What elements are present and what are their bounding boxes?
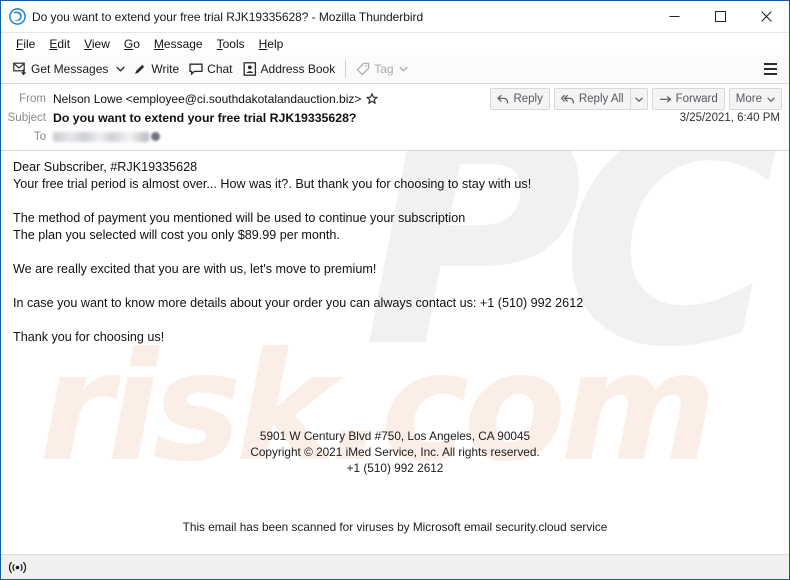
from-label: From: [19, 92, 46, 105]
to-value: [53, 131, 160, 142]
toolbar-separator: [345, 60, 347, 78]
body-line: Thank you for choosing us!: [13, 330, 165, 344]
menu-file[interactable]: File: [9, 35, 42, 53]
forward-icon: [659, 94, 672, 105]
menu-tools[interactable]: Tools: [210, 35, 252, 53]
to-row: To: [1, 127, 789, 146]
menu-edit[interactable]: Edit: [42, 35, 77, 53]
pencil-icon: [133, 62, 147, 76]
from-value: Nelson Lowe <employee@ci.southdakotaland…: [53, 92, 378, 106]
body-line: Your free trial period is almost over...…: [13, 177, 532, 191]
broadcast-icon[interactable]: [9, 561, 26, 574]
tag-icon: [356, 62, 370, 76]
address-book-icon: [243, 62, 257, 76]
more-chevron-down-icon: [767, 96, 775, 102]
virus-scan-note: This email has been scanned for viruses …: [182, 520, 608, 534]
body-line: The method of payment you mentioned will…: [13, 211, 466, 225]
forward-button[interactable]: Forward: [651, 88, 725, 110]
maximize-icon[interactable]: [697, 1, 743, 33]
redacted-recipient: [53, 131, 149, 142]
body-line: Dear Subscriber, #RJK19335628: [13, 160, 198, 174]
star-icon[interactable]: [366, 92, 378, 105]
close-icon[interactable]: [743, 1, 789, 33]
main-toolbar: Get Messages Write Chat Address Book Tag: [1, 55, 789, 84]
redacted-recipient-dot: [151, 132, 160, 141]
reply-all-label: Reply All: [578, 93, 624, 105]
from-address-text[interactable]: Nelson Lowe <employee@ci.southdakotaland…: [53, 92, 361, 106]
to-label: To: [33, 130, 46, 143]
more-label: More: [735, 93, 762, 105]
message-date: 3/25/2021, 6:40 PM: [679, 112, 780, 124]
write-button[interactable]: Write: [128, 58, 184, 81]
body-line: The plan you selected will cost you only…: [13, 228, 340, 242]
download-mail-icon: [13, 62, 27, 76]
chat-label: Chat: [207, 62, 233, 76]
body-line: In case you want to know more details ab…: [13, 296, 584, 310]
menu-message[interactable]: Message: [147, 35, 210, 53]
subject-value: Do you want to extend your free trial RJ…: [53, 110, 357, 125]
title-bar: Do you want to extend your free trial RJ…: [1, 1, 789, 33]
footer-phone: +1 (510) 992 2612: [346, 461, 444, 475]
chat-bubble-icon: [189, 62, 203, 76]
status-bar: [1, 554, 789, 579]
tag-label: Tag: [374, 62, 394, 76]
address-book-label: Address Book: [260, 62, 336, 76]
reply-all-icon: [560, 94, 575, 105]
menu-help[interactable]: Help: [252, 35, 291, 53]
window-title: Do you want to extend your free trial RJ…: [32, 9, 424, 24]
minimize-icon[interactable]: [651, 1, 697, 33]
tag-button[interactable]: Tag: [351, 58, 412, 81]
reply-all-chevron-down-icon[interactable]: [629, 88, 648, 110]
app-menu-button[interactable]: [757, 58, 783, 81]
hamburger-menu-icon: [763, 63, 777, 65]
menu-go[interactable]: Go: [117, 35, 147, 53]
reply-icon: [497, 94, 509, 105]
forward-label: Forward: [675, 93, 718, 105]
reply-all-button[interactable]: Reply All: [553, 88, 630, 110]
write-label: Write: [151, 62, 180, 76]
reply-label: Reply: [513, 93, 543, 105]
thunderbird-icon: [9, 8, 26, 25]
get-messages-button[interactable]: Get Messages: [8, 58, 113, 81]
subject-row: Subject Do you want to extend your free …: [1, 108, 789, 127]
body-line: We are really excited that you are with …: [13, 262, 377, 276]
thunderbird-window: Do you want to extend your free trial RJ…: [0, 0, 790, 580]
message-body-text: Dear Subscriber, #RJK19335628 Your free …: [1, 151, 789, 346]
message-body-pane: PC risk.com Dear Subscriber, #RJK1933562…: [1, 151, 789, 554]
message-actions: Reply Reply All Forward More: [486, 88, 782, 110]
subject-label: Subject: [7, 111, 46, 124]
footer-address: 5901 W Century Blvd #750, Los Angeles, C…: [259, 429, 531, 443]
reply-all-split: Reply All: [553, 88, 648, 110]
get-messages-dropdown[interactable]: [113, 58, 128, 81]
chat-button[interactable]: Chat: [184, 58, 237, 81]
menu-bar: File Edit View Go Message Tools Help: [1, 33, 789, 55]
footer-copyright: Copyright © 2021 iMed Service, Inc. All …: [250, 445, 540, 459]
get-messages-label: Get Messages: [31, 62, 109, 76]
reply-button[interactable]: Reply: [490, 88, 550, 110]
message-header: From Nelson Lowe <employee@ci.southdakot…: [1, 84, 789, 151]
tag-chevron-down-icon: [398, 66, 408, 72]
address-book-button[interactable]: Address Book: [238, 58, 341, 81]
email-footer: 5901 W Century Blvd #750, Los Angeles, C…: [1, 428, 789, 476]
menu-view[interactable]: View: [77, 35, 117, 53]
window-controls: [651, 1, 789, 33]
more-button[interactable]: More: [728, 88, 782, 110]
